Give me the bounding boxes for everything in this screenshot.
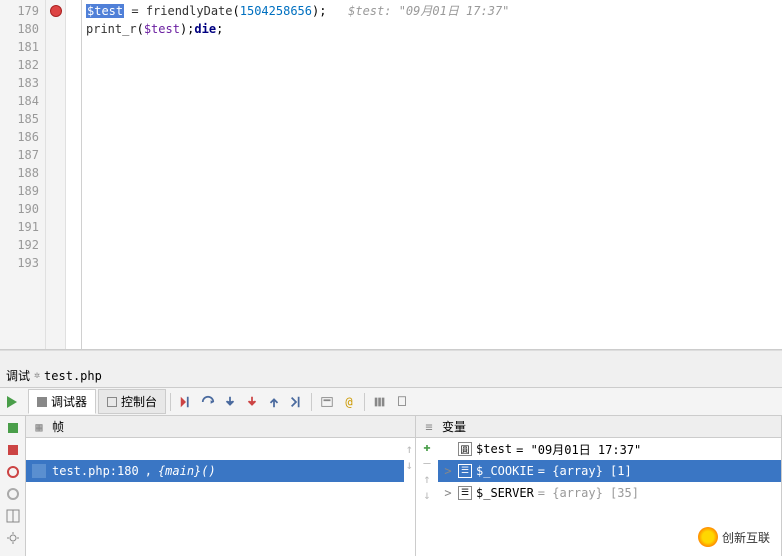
line-number: 191	[0, 218, 45, 236]
step-out-button[interactable]	[263, 391, 285, 413]
line-number: 189	[0, 182, 45, 200]
variable-name: $_SERVER	[476, 486, 534, 500]
frame-icon	[32, 464, 46, 478]
variables-title: 变量	[442, 418, 466, 435]
layout-button[interactable]	[5, 508, 21, 524]
variable-name: $test	[476, 442, 512, 456]
variable-type-icon: ☰	[458, 464, 472, 478]
add-watch-button[interactable]: ✚	[423, 440, 430, 454]
watch-down-button[interactable]: ↓	[423, 488, 430, 502]
line-number: 179	[0, 2, 45, 20]
resume-button[interactable]	[0, 390, 24, 414]
stack-frame-row[interactable]: test.php:180, {main}()	[26, 460, 404, 482]
variable-type-icon: 圓	[458, 442, 472, 456]
expand-toggle[interactable]: >	[442, 486, 454, 500]
expand-toggle[interactable]: >	[442, 464, 454, 478]
step-over-button[interactable]	[197, 391, 219, 413]
fold-gutter	[66, 0, 82, 349]
debug-tool-window-header: 调试 ✲ test.php	[0, 364, 782, 388]
line-number: 190	[0, 200, 45, 218]
debugger-icon	[37, 397, 47, 407]
frames-icon: ▦	[32, 420, 46, 434]
breakpoint-gutter[interactable]	[46, 0, 66, 349]
variable-name: $_COOKIE	[476, 464, 534, 478]
watermark-text: 创新互联	[722, 529, 770, 546]
variable-type-icon: ☰	[458, 486, 472, 500]
line-number: 193	[0, 254, 45, 272]
breakpoint-icon[interactable]	[50, 5, 62, 17]
line-number: 186	[0, 128, 45, 146]
run-to-cursor-button[interactable]	[285, 391, 307, 413]
settings-gear-icon[interactable]	[5, 530, 21, 546]
variable-row[interactable]: > ☰ $_COOKIE = {array} [1]	[438, 460, 781, 482]
variable-row[interactable]: 圓 $test = "09月01日 17:37"	[438, 438, 781, 460]
variables-header: ≡ 变量	[416, 416, 781, 438]
settings-icon[interactable]	[369, 391, 391, 413]
rerun-button[interactable]	[5, 420, 21, 436]
line-number: 183	[0, 74, 45, 92]
play-icon	[7, 396, 17, 408]
line-number: 182	[0, 56, 45, 74]
view-breakpoints-button[interactable]	[5, 464, 21, 480]
line-number-gutter: 179 180 181 182 183 184 185 186 187 188 …	[0, 0, 46, 349]
code-area[interactable]: $test = friendlyDate(1504258656); $test:…	[82, 0, 782, 349]
variable-value: = {array} [1]	[538, 464, 632, 478]
pin-icon[interactable]	[391, 391, 413, 413]
watermark-icon	[698, 527, 718, 547]
frames-header: ▦ 帧	[26, 416, 415, 438]
tab-console[interactable]: 控制台	[98, 389, 166, 414]
variable-value: = {array} [35]	[538, 486, 639, 500]
line-number: 181	[0, 38, 45, 56]
evaluate-expression-button[interactable]	[316, 391, 338, 413]
watch-up-button[interactable]: ↑	[423, 472, 430, 486]
frame-down-button[interactable]: ↓	[406, 458, 413, 472]
frame-function: {main}()	[158, 464, 216, 478]
frame-location: test.php:180	[52, 464, 139, 478]
variable-highlight: $test	[86, 4, 124, 18]
code-line[interactable]: $test = friendlyDate(1504258656); $test:…	[86, 2, 782, 20]
editor-area: 179 180 181 182 183 184 185 186 187 188 …	[0, 0, 782, 350]
line-number: 192	[0, 236, 45, 254]
frames-title: 帧	[52, 418, 64, 435]
debug-panels: ▦ 帧 test.php:180, {main}() ↑	[0, 416, 782, 556]
inline-hint: $test: "09月01日 17:37"	[326, 4, 509, 18]
variables-toolbar: ✚ — ↑ ↓	[416, 438, 438, 556]
frame-nav: ↑ ↓	[404, 438, 415, 556]
variable-row[interactable]: > ☰ $_SERVER = {array} [35]	[438, 482, 781, 504]
show-execution-point-button[interactable]	[175, 391, 197, 413]
mute-breakpoints-button[interactable]	[5, 486, 21, 502]
variable-value: = "09月01日 17:37"	[516, 441, 641, 458]
variables-icon: ≡	[422, 420, 436, 434]
step-into-button[interactable]	[219, 391, 241, 413]
debug-side-toolbar	[0, 416, 26, 556]
frames-pane: ▦ 帧 test.php:180, {main}() ↑	[26, 416, 416, 556]
debug-label: 调试	[6, 367, 30, 384]
code-line[interactable]: print_r($test);die;	[86, 20, 782, 38]
debug-session-file[interactable]: test.php	[44, 369, 102, 383]
remove-watch-button[interactable]: —	[423, 456, 430, 470]
tab-debugger[interactable]: 调试器	[28, 389, 96, 414]
line-number: 187	[0, 146, 45, 164]
debug-toolbar: 调试器 控制台 @	[0, 388, 782, 416]
line-number: 185	[0, 110, 45, 128]
horizontal-scrollbar[interactable]	[0, 350, 782, 364]
frame-up-button[interactable]: ↑	[406, 442, 413, 456]
line-number: 188	[0, 164, 45, 182]
at-icon[interactable]: @	[338, 391, 360, 413]
watermark: 创新互联	[694, 525, 774, 549]
console-icon	[107, 397, 117, 407]
force-step-into-button[interactable]	[241, 391, 263, 413]
stop-button[interactable]	[5, 442, 21, 458]
line-number: 180	[0, 20, 45, 38]
burst-icon: ✲	[34, 370, 40, 381]
line-number: 184	[0, 92, 45, 110]
